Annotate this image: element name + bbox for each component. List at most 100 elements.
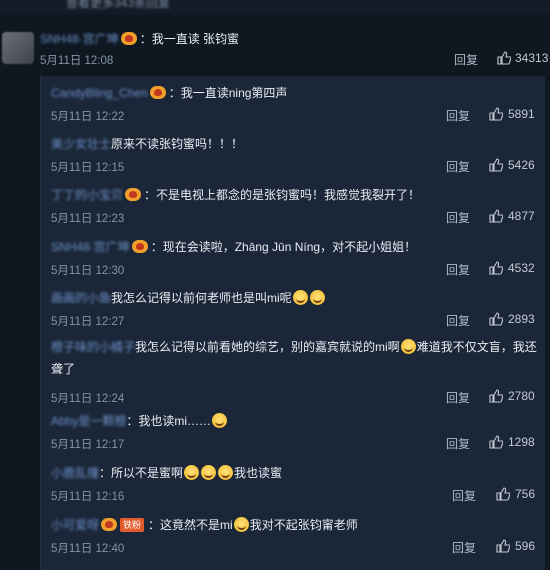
reply-time: 5月11日 12:40 xyxy=(51,543,125,555)
thumbs-up-icon[interactable] xyxy=(497,51,511,65)
reply-button[interactable]: 回复 xyxy=(452,539,476,556)
reply-button[interactable]: 回复 xyxy=(446,158,470,175)
reply-username[interactable]: Abby是一颗橙 xyxy=(51,412,126,429)
reply-button[interactable]: 回复 xyxy=(446,261,470,278)
reply-line: 画画的小鱼我怎么记得以前何老师也是叫mi呢 xyxy=(51,289,326,306)
thumbs-up-icon[interactable] xyxy=(496,539,510,553)
thumbs-up-icon[interactable] xyxy=(489,209,503,223)
vip-crown-icon xyxy=(149,86,166,99)
reply-username[interactable]: CandyBling_Chen xyxy=(51,86,148,100)
reply-item: 小可爱呀 铁粉 ：这竟然不是mi 我对不起张钧甯老师 5月11日 12:40 回复 596 xyxy=(41,516,546,562)
vip-crown-icon xyxy=(101,518,118,531)
reply-time: 5月11日 12:24 xyxy=(51,393,125,405)
main-comment: SNH48·宫广坤 ：我一直读 张钧蜜 5月11日 12:08 回复 34313 xyxy=(0,14,550,76)
like-count: 2780 xyxy=(508,389,535,403)
top-strip: 查看更多343条回复 xyxy=(0,0,550,14)
reply-time: 5月11日 12:30 xyxy=(51,265,125,277)
main-like-count: 34313 xyxy=(515,51,549,65)
thumbs-up-icon[interactable] xyxy=(489,389,503,403)
reply-line: 丁丁的小宝贝 ：不是电视上都念的是张钧蜜吗！我感觉我裂开了！ xyxy=(51,186,420,203)
main-comment-line: SNH48·宫广坤 ：我一直读 张钧蜜 xyxy=(40,30,239,47)
laughing-emoji-icon xyxy=(233,517,249,532)
thumbs-up-icon[interactable] xyxy=(496,487,510,501)
reply-item: 橙子味的小橘子我怎么记得以前看她的综艺，别的嘉宾就说的mi啊 难道我不仅文盲，我还… xyxy=(41,339,546,406)
reply-text: ：所以不是蜜啊 xyxy=(99,466,184,480)
reply-username[interactable]: 画画的小鱼 xyxy=(51,289,111,306)
reply-line: 橙子味的小橘子我怎么记得以前看她的综艺，别的嘉宾就说的mi啊 难道我不仅文盲，我还… xyxy=(51,336,541,380)
reply-text: 原来不读张钧蜜吗！！！ xyxy=(111,137,244,151)
reply-text: ：这竟然不是mi xyxy=(148,518,233,532)
reply-username[interactable]: 丁丁的小宝贝 xyxy=(51,186,123,203)
reply-item: 美少女壮士原来不读张钧蜜吗！！！ 5月11日 12:15 回复 5426 xyxy=(41,135,546,181)
reply-item: CandyBling_Chen ：我一直读ning第四声 5月11日 12:22 回复… xyxy=(41,84,546,130)
reply-button[interactable]: 回复 xyxy=(452,487,476,504)
reply-line: 小可爱呀 铁粉 ：这竟然不是mi 我对不起张钧甯老师 xyxy=(51,516,358,533)
main-username[interactable]: SNH48·宫广坤 xyxy=(40,30,119,47)
avatar[interactable] xyxy=(2,32,34,64)
reply-item: Abby是一颗橙：我也读mi…… 5月11日 12:17 回复 1298 xyxy=(41,412,546,458)
laughing-emoji-icon xyxy=(201,465,217,480)
reply-item: 画画的小鱼我怎么记得以前何老师也是叫mi呢 5月11日 12:27 回复 2893 xyxy=(41,289,546,335)
thumbs-up-icon[interactable] xyxy=(489,312,503,326)
reply-username[interactable]: 美少女壮士 xyxy=(51,135,111,152)
fan-badge: 铁粉 xyxy=(120,518,145,532)
reply-list: CandyBling_Chen ：我一直读ning第四声 5月11日 12:22 回复… xyxy=(40,76,545,570)
main-comment-text: ：我一直读 张钧蜜 xyxy=(139,32,240,46)
reply-text: ：我一直读ning第四声 xyxy=(168,86,288,100)
reply-username[interactable]: 小鹿乱撞 xyxy=(51,464,99,481)
reply-button[interactable]: 回复 xyxy=(446,209,470,226)
reply-text: 我怎么记得以前看她的综艺，别的嘉宾就说的mi啊 xyxy=(135,340,400,354)
reply-line: SNH48·宫广坤 ：现在会读啦，Zhāng Jūn Níng，对不起小姐姐！ xyxy=(51,238,416,255)
laughing-emoji-icon xyxy=(218,465,234,480)
like-count: 596 xyxy=(515,539,536,553)
main-comment-time: 5月11日 12:08 xyxy=(40,55,114,67)
reply-line: CandyBling_Chen ：我一直读ning第四声 xyxy=(51,84,287,101)
like-count: 1298 xyxy=(508,435,535,449)
reply-time: 5月11日 12:17 xyxy=(51,439,125,451)
like-count: 4532 xyxy=(508,261,535,275)
reply-button[interactable]: 回复 xyxy=(446,312,470,329)
more-replies-link[interactable]: 查看更多343条回复 xyxy=(66,0,170,11)
reply-item: 丁丁的小宝贝 ：不是电视上都念的是张钧蜜吗！我感觉我裂开了！ 5月11日 12:23… xyxy=(41,186,546,232)
reply-time: 5月11日 12:27 xyxy=(51,316,125,328)
main-reply-button[interactable]: 回复 xyxy=(454,51,478,68)
reply-text: 我对不起张钧甯老师 xyxy=(249,518,358,532)
reply-time: 5月11日 12:15 xyxy=(51,162,125,174)
like-count: 4877 xyxy=(508,209,535,223)
like-count: 2893 xyxy=(508,312,535,326)
reply-button[interactable]: 回复 xyxy=(446,107,470,124)
vip-crown-icon xyxy=(131,240,148,253)
reply-username[interactable]: 小可爱呀 xyxy=(51,516,99,533)
thumbs-up-icon[interactable] xyxy=(489,261,503,275)
reply-line: 美少女壮士原来不读张钧蜜吗！！！ xyxy=(51,135,243,152)
laughing-emoji-icon xyxy=(184,465,200,480)
reply-text: 我怎么记得以前何老师也是叫mi呢 xyxy=(111,291,292,305)
reply-line: Abby是一颗橙：我也读mi…… xyxy=(51,412,228,429)
thumbs-up-icon[interactable] xyxy=(489,158,503,172)
laughing-emoji-icon xyxy=(212,413,228,428)
laughing-emoji-icon xyxy=(309,290,325,305)
reply-time: 5月11日 12:23 xyxy=(51,213,125,225)
reply-username[interactable]: 橙子味的小橘子 xyxy=(51,336,135,358)
reply-text: ：不是电视上都念的是张钧蜜吗！我感觉我裂开了！ xyxy=(144,188,421,202)
vip-crown-icon xyxy=(125,188,142,201)
reply-item: SNH48·宫广坤 ：现在会读啦，Zhāng Jūn Níng，对不起小姐姐！ 5月… xyxy=(41,238,546,284)
reply-text: ：我也读mi…… xyxy=(126,414,212,428)
thumbs-up-icon[interactable] xyxy=(489,435,503,449)
like-count: 5891 xyxy=(508,107,535,121)
reply-button[interactable]: 回复 xyxy=(446,389,470,406)
reply-line: 小鹿乱撞：所以不是蜜啊 我也读蜜 xyxy=(51,464,282,481)
laughing-emoji-icon xyxy=(400,339,416,354)
laughing-emoji-icon xyxy=(292,290,308,305)
reply-time: 5月11日 12:16 xyxy=(51,491,125,503)
reply-time: 5月11日 12:22 xyxy=(51,111,125,123)
reply-username[interactable]: SNH48·宫广坤 xyxy=(51,238,130,255)
like-count: 5426 xyxy=(508,158,535,172)
reply-text: 我也读蜜 xyxy=(234,466,283,480)
thumbs-up-icon[interactable] xyxy=(489,107,503,121)
reply-button[interactable]: 回复 xyxy=(446,435,470,452)
like-count: 756 xyxy=(515,487,536,501)
reply-text: ：现在会读啦，Zhāng Jūn Níng，对不起小姐姐！ xyxy=(150,240,417,254)
vip-crown-icon xyxy=(120,32,137,45)
reply-item: 小鹿乱撞：所以不是蜜啊 我也读蜜 5月11日 12:16 回复 756 xyxy=(41,464,546,510)
